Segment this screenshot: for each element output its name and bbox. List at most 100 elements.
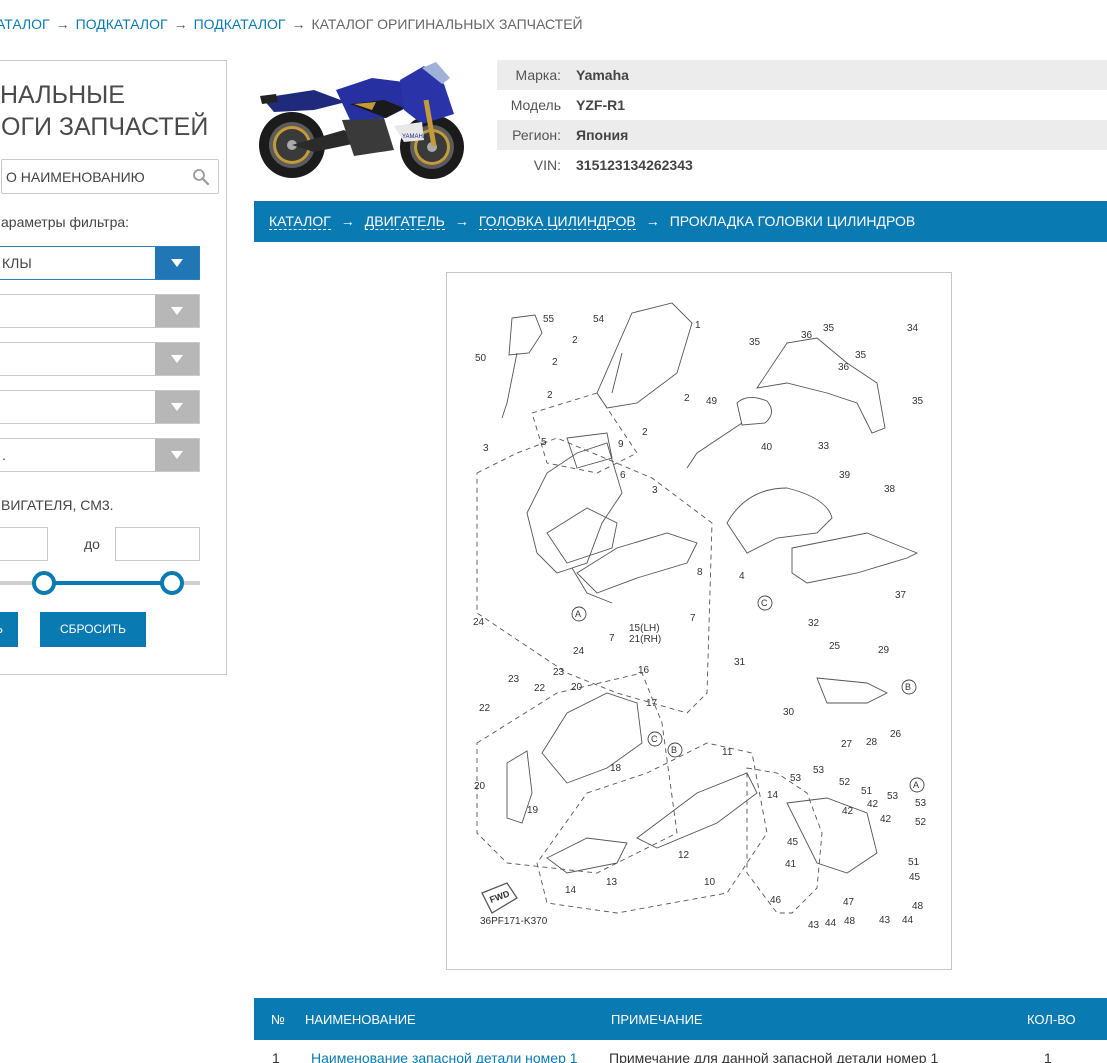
filter-label: араметры фильтра: [1,214,130,230]
svg-text:36PF171-K370: 36PF171-K370 [480,916,548,927]
volume-slider-min-handle[interactable] [32,571,56,595]
svg-text:14: 14 [767,790,779,801]
info-value: 315123134262343 [576,157,693,173]
svg-text:C: C [761,598,768,608]
col-header-num: № [271,1012,285,1027]
chevron-down-icon[interactable] [155,247,199,279]
breadcrumb-separator: → [173,16,188,32]
svg-text:50: 50 [475,353,487,364]
svg-text:11: 11 [722,747,733,758]
svg-text:26: 26 [890,729,902,740]
svg-text:22: 22 [534,683,546,694]
svg-text:46: 46 [770,895,782,906]
info-value: Yamaha [576,67,629,83]
sidebar-title-line-2: ОГИ ЗАПЧАСТЕЙ [1,113,209,141]
filter-select-type[interactable]: КЛЫ [0,246,200,280]
parts-diagram[interactable]: 122 222 334 567 789 10 11 12 13 14 14 15(LH)… [446,272,952,970]
svg-text:51: 51 [908,857,920,868]
info-value: Япония [576,127,629,143]
row-qty: 1 [1044,1050,1052,1063]
breadcrumb: АТАЛОГ → ПОДКАТАЛОГ → ПОДКАТАЛОГ → КАТАЛОГ ОРИ… [0,16,583,32]
svg-text:8: 8 [697,567,703,578]
search-icon[interactable] [192,168,210,186]
volume-from-input[interactable] [0,527,48,561]
svg-text:24: 24 [473,617,485,628]
vehicle-info-table: Марка: Yamaha Модель YZF-R1 Регион: Япон… [497,60,1107,180]
svg-text:34: 34 [907,323,919,334]
svg-text:4: 4 [739,571,745,582]
svg-text:29: 29 [878,645,890,656]
svg-text:52: 52 [839,777,851,788]
row-num: 1 [272,1050,280,1063]
svg-text:35: 35 [749,337,761,348]
svg-text:18: 18 [610,763,622,774]
svg-text:2: 2 [547,390,553,401]
search-box [1,159,219,194]
chevron-down-icon[interactable] [155,439,199,471]
svg-text:YAMAHA: YAMAHA [402,134,427,140]
info-row-vin: VIN: 315123134262343 [497,150,1107,180]
motorcycle-image: YAMAHA [259,62,464,179]
info-key: Марка: [515,67,562,83]
filter-select-year[interactable] [0,390,200,424]
svg-text:10: 10 [704,877,716,888]
sidebar-title-line-1: НАЛЬНЫЕ [0,81,125,109]
filter-select-brand[interactable] [0,294,200,328]
svg-text:54: 54 [593,314,605,325]
path-link-engine[interactable]: ДВИГАТЕЛЬ [364,213,445,230]
svg-text:2: 2 [684,393,690,404]
svg-text:24: 24 [573,646,585,657]
svg-text:53: 53 [790,773,802,784]
info-row-region: Регион: Япония [497,120,1107,150]
path-link-cylinder-head[interactable]: ГОЛОВКА ЦИЛИНДРОВ [478,213,636,230]
svg-text:43: 43 [808,920,820,931]
svg-text:35: 35 [912,396,924,407]
filter-sidebar: НАЛЬНЫЕ ОГИ ЗАПЧАСТЕЙ араметры фильтра: … [0,60,227,675]
part-name-link[interactable]: Наименование запасной детали номер 1 [311,1050,578,1063]
chevron-down-icon[interactable] [155,343,199,375]
filter-select-model[interactable] [0,342,200,376]
category-path-bar: КАТАЛОГ → ДВИГАТЕЛЬ → ГОЛОВКА ЦИЛИНДРОВ → ПРОК… [254,201,1107,242]
chevron-down-icon[interactable] [155,295,199,327]
svg-text:6: 6 [620,470,626,481]
breadcrumb-link-catalog[interactable]: АТАЛОГ [0,16,50,32]
svg-text:47: 47 [843,897,855,908]
engine-volume-label: ВИГАТЕЛЯ, СМ3. [1,497,114,513]
svg-text:53: 53 [915,798,927,809]
svg-text:27: 27 [841,739,853,750]
svg-text:B: B [671,745,677,755]
info-key: Регион: [512,127,561,143]
breadcrumb-link-subcatalog-2[interactable]: ПОДКАТАЛОГ [194,16,286,32]
path-separator: → [454,213,469,229]
svg-text:42: 42 [867,799,879,810]
volume-slider-max-handle[interactable] [160,571,184,595]
svg-text:42: 42 [880,814,892,825]
sidebar-title: НАЛЬНЫЕ ОГИ ЗАПЧАСТЕЙ [0,79,208,143]
breadcrumb-link-subcatalog-1[interactable]: ПОДКАТАЛОГ [76,16,168,32]
path-current: ПРОКЛАДКА ГОЛОВКИ ЦИЛИНДРОВ [669,213,916,229]
svg-text:31: 31 [734,657,746,668]
svg-text:C: C [651,734,658,744]
path-separator: → [340,213,355,229]
search-input[interactable] [2,160,188,193]
svg-text:12: 12 [678,850,690,861]
chevron-down-icon[interactable] [155,391,199,423]
apply-filter-button[interactable]: Ь [0,612,18,647]
reset-filter-button[interactable]: СБРОСИТЬ [40,612,146,647]
volume-to-input[interactable] [115,527,200,561]
svg-text:14: 14 [565,885,577,896]
svg-text:23: 23 [508,674,520,685]
filter-select-value: . [2,447,6,463]
parts-table-header: № НАИМЕНОВАНИЕ ПРИМЕЧАНИЕ КОЛ-ВО [254,998,1107,1040]
info-key: VIN: [533,157,561,173]
svg-text:48: 48 [844,916,856,927]
svg-text:25: 25 [829,641,841,652]
path-link-catalog[interactable]: КАТАЛОГ [269,213,331,230]
filter-select-region[interactable]: . [0,438,200,472]
breadcrumb-separator: → [291,16,306,32]
svg-text:51: 51 [861,786,873,797]
svg-text:13: 13 [606,877,618,888]
range-to-label: до [84,536,100,552]
svg-text:A: A [575,609,581,619]
breadcrumb-current: КАТАЛОГ ОРИГИНАЛЬНЫХ ЗАПЧАСТЕЙ [311,16,583,32]
